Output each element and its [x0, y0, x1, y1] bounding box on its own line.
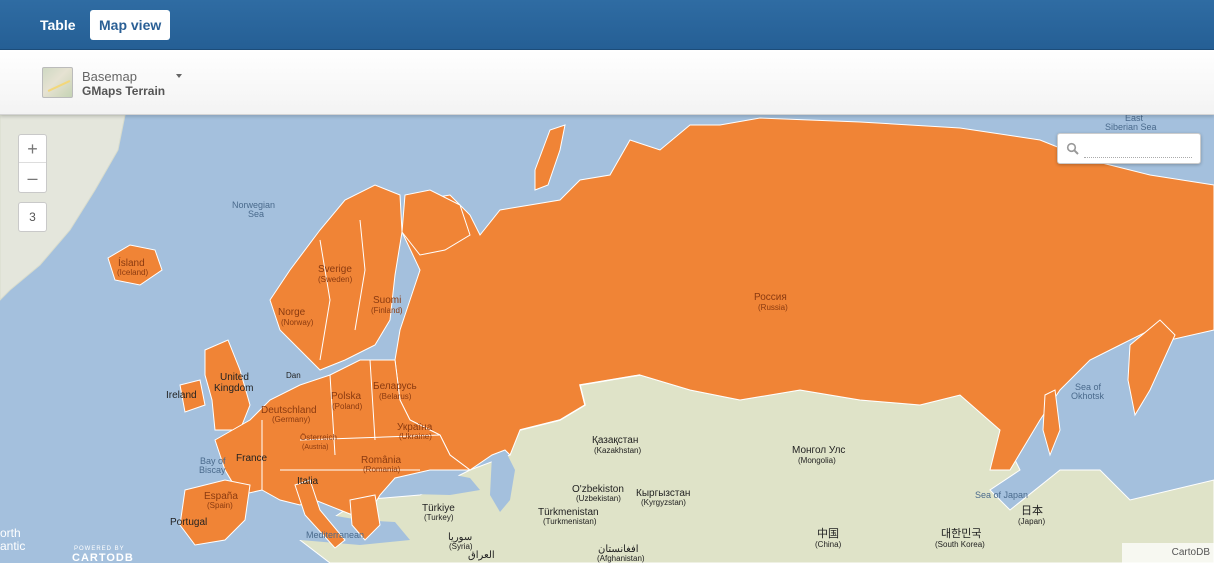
label-poland: (Poland) — [332, 402, 363, 411]
label-china: 中国 — [817, 527, 839, 540]
label-afghanistan: (Afghanistan) — [597, 554, 645, 563]
label-portugal: Portugal — [170, 517, 207, 528]
label-iraq: العراق — [468, 550, 495, 561]
basemap-value: GMaps Terrain — [82, 84, 166, 98]
label-france: France — [236, 453, 268, 464]
label-south-korea: (South Korea) — [935, 540, 985, 549]
zoom-level-indicator: 3 — [18, 202, 47, 232]
label-norway: Norge — [278, 307, 306, 318]
label-south-korea: 대한민국 — [941, 527, 981, 540]
label-mongolia: Монгол Улс — [792, 445, 845, 456]
zoom-out-button[interactable]: – — [19, 164, 46, 192]
label-japan: (Japan) — [1018, 517, 1045, 526]
label-iceland: (Iceland) — [117, 268, 148, 277]
top-navigation-bar: Table Map view — [0, 0, 1214, 50]
label-belarus: Беларусь — [373, 381, 417, 392]
label-russia: Россия — [754, 292, 787, 303]
label-italy: Italia — [297, 476, 319, 487]
label-turkey: (Turkey) — [424, 513, 454, 522]
label-north-atlantic: orth — [0, 526, 21, 540]
label-east-siberian-sea: Siberian Sea — [1105, 122, 1157, 132]
label-finland: (Finland) — [371, 306, 403, 315]
map-svg: Norwegian Sea East Siberian Sea Sea of O… — [0, 115, 1214, 563]
label-sweden: Sverige — [318, 264, 352, 275]
label-russia: (Russia) — [758, 303, 788, 312]
label-china: (China) — [815, 540, 842, 549]
chevron-down-icon — [176, 74, 182, 78]
logo-cartodb: CARTODB — [72, 552, 134, 563]
label-germany: (Germany) — [272, 415, 311, 424]
map-search-box — [1057, 133, 1201, 164]
sakhalin-region — [1042, 389, 1061, 457]
label-austria: Österreich — [300, 433, 337, 442]
map-canvas[interactable]: Norwegian Sea East Siberian Sea Sea of O… — [0, 115, 1214, 563]
label-bay-of-biscay: Biscay — [199, 465, 226, 475]
label-austria: (Austria) — [302, 444, 328, 451]
basemap-toolbar: Basemap GMaps Terrain — [0, 50, 1214, 115]
label-ukraine: (Ukraine) — [399, 432, 432, 441]
label-belarus: (Belarus) — [379, 392, 412, 401]
label-mediterranean: Mediterranean — [306, 530, 364, 540]
label-north-atlantic: antic — [0, 539, 25, 553]
label-kyrgyzstan: (Kyrgyzstan) — [641, 498, 686, 507]
label-uk: United — [220, 372, 249, 383]
label-sea-of-japan: Sea of Japan — [975, 490, 1028, 500]
iberia-region — [179, 479, 251, 546]
label-uzbekistan: (Uzbekistan) — [576, 494, 621, 503]
search-icon — [1066, 142, 1079, 155]
label-norway: (Norway) — [281, 318, 314, 327]
cartodb-logo[interactable]: POWERED BY CARTODB — [72, 546, 152, 563]
label-japan: 日本 — [1021, 503, 1043, 517]
label-kazakhstan: (Kazakhstan) — [594, 446, 641, 455]
basemap-label: Basemap — [82, 69, 137, 84]
label-poland: Polska — [331, 391, 361, 402]
label-finland: Suomi — [373, 295, 401, 306]
zoom-control: + – — [18, 134, 47, 193]
label-denmark: Dan — [286, 371, 301, 380]
label-uk: Kingdom — [214, 383, 253, 394]
label-ireland: Ireland — [166, 390, 197, 401]
label-norwegian-sea: Sea — [248, 209, 264, 219]
label-mongolia: (Mongolia) — [798, 456, 836, 465]
novaya-zemlya-region — [534, 124, 566, 191]
label-turkmenistan: (Turkmenistan) — [543, 517, 597, 526]
tab-table[interactable]: Table — [30, 10, 86, 40]
zoom-in-button[interactable]: + — [19, 135, 46, 163]
basemap-selector[interactable]: Basemap GMaps Terrain — [42, 67, 192, 99]
label-kazakhstan: Қазақстан — [592, 435, 638, 446]
tab-map-view[interactable]: Map view — [90, 10, 171, 40]
label-romania: (Romania) — [363, 465, 401, 474]
map-search-input[interactable] — [1084, 140, 1192, 158]
label-sweden: (Sweden) — [318, 275, 353, 284]
map-attribution[interactable]: CartoDB — [1122, 543, 1214, 563]
label-spain: (Spain) — [207, 501, 233, 510]
basemap-thumbnail — [42, 67, 73, 98]
label-sea-of-okhotsk: Okhotsk — [1071, 391, 1105, 401]
